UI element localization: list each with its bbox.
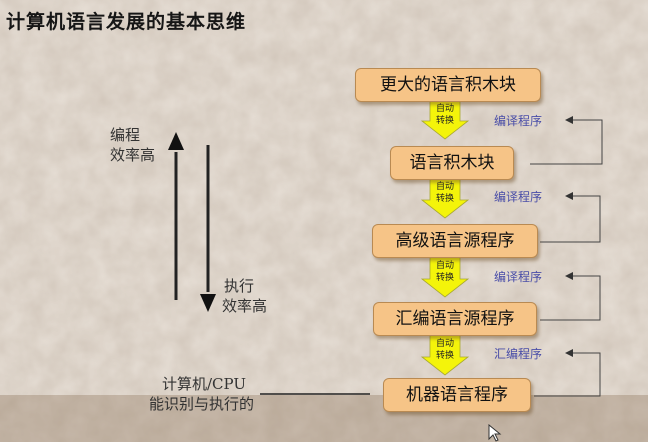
compiler-label-3: 编译程序 [494, 270, 543, 284]
compiler-label-2: 编译程序 [494, 190, 543, 204]
programming-efficiency-label: 编程 效率高 [110, 126, 156, 164]
assembler-label: 汇编程序 [494, 347, 543, 361]
auto-convert-label-1: 自动 转换 [435, 104, 454, 126]
execution-efficiency-label: 执行 效率高 [222, 277, 268, 315]
box-blocks: 语言积木块 [390, 146, 514, 180]
auto-convert-label-2: 自动 转换 [435, 182, 454, 204]
box-assembly-source: 汇编语言源程序 [373, 302, 537, 336]
box-machine-program: 机器语言程序 [383, 378, 531, 412]
down-arrow [200, 145, 216, 312]
feedback-loop-3 [540, 272, 601, 321]
auto-convert-label-4: 自动 转换 [435, 339, 454, 361]
compiler-label-1: 编译程序 [494, 114, 543, 128]
box-high-level-source: 高级语言源程序 [372, 224, 538, 258]
box-bigger-blocks: 更大的语言积木块 [355, 68, 541, 102]
feedback-loop-4 [534, 349, 601, 397]
machine-executable-note: 计算机/CPU 能识别与执行的 [148, 375, 254, 413]
feedback-loop-2 [540, 192, 601, 243]
mouse-cursor-icon [488, 424, 502, 442]
up-arrow [168, 132, 184, 300]
auto-convert-label-3: 自动 转换 [435, 261, 454, 283]
